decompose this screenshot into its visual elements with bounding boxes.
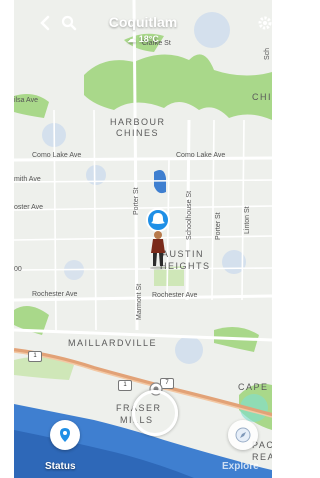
gear-icon <box>258 16 272 30</box>
location-title: Coquitlam <box>108 14 178 30</box>
compass-icon <box>235 427 251 443</box>
location-pin-icon <box>60 428 70 442</box>
street-smith: mith Ave <box>14 176 41 183</box>
street-oo: 00 <box>14 266 22 273</box>
capture-button[interactable] <box>132 390 178 436</box>
street-rochester1: Rochester Ave <box>32 291 78 298</box>
street-foster: oster Ave <box>14 204 44 211</box>
explore-label: Explore <box>222 461 259 472</box>
hood-maillardville: MAILLARDVILLE <box>68 338 158 348</box>
street-como2: Como Lake Ave <box>176 152 226 159</box>
street-rochester2: Rochester Ave <box>152 292 198 299</box>
status-label: Status <box>45 461 76 472</box>
weather-temp: 18°C <box>138 34 159 44</box>
street-schoolhouse: Schoolhouse St <box>186 190 193 240</box>
street-porter: Porter St <box>133 187 140 215</box>
hood-chi: CHI <box>252 92 272 102</box>
weather-readout: ☁ 18°C <box>127 34 159 44</box>
street-ilsa: ilsa Ave <box>14 97 38 104</box>
bitmoji-avatar[interactable] <box>142 208 174 270</box>
settings-button[interactable] <box>252 10 272 36</box>
hood-harbour: HARBOUR <box>110 117 166 127</box>
status-button[interactable] <box>50 420 80 450</box>
highway-shield: 1 <box>118 380 132 391</box>
street-porter2: Porter St <box>215 212 222 240</box>
street-como1: Como Lake Ave <box>32 152 82 159</box>
hood-chines: CHINES <box>116 128 160 138</box>
snap-map-screen: Clarke St ilsa Ave Como Lake Ave Como La… <box>14 0 272 478</box>
top-bar: Coquitlam ☁ 18°C <box>14 0 272 58</box>
hood-cape: CAPE H <box>238 382 272 392</box>
explore-button[interactable] <box>228 420 258 450</box>
street-linton: Linton St <box>244 206 251 234</box>
street-marmont: Marmont St <box>136 283 143 320</box>
highway-shield: 1 <box>28 351 42 362</box>
